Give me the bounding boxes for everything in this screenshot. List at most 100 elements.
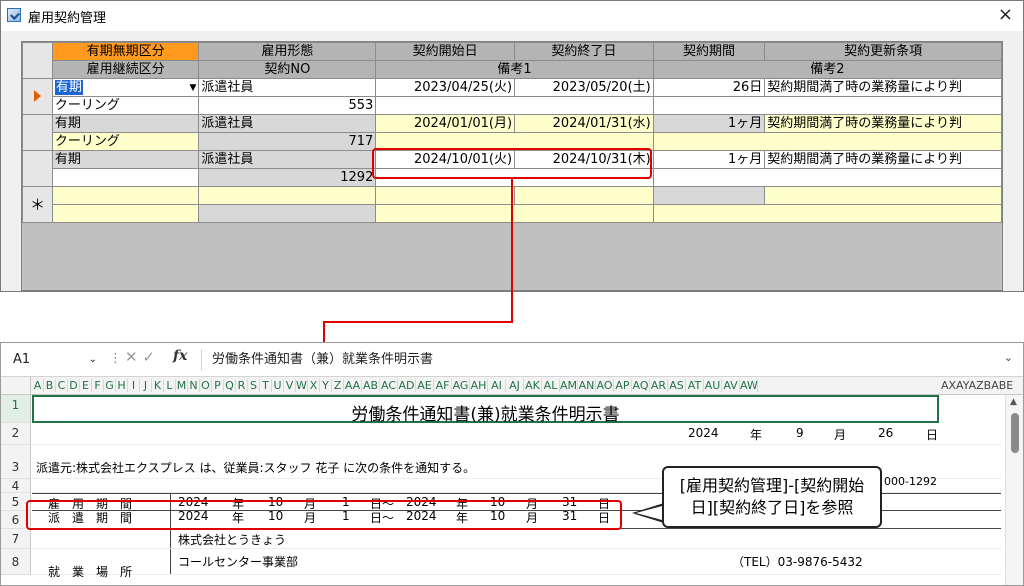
column-letters[interactable]: A B C D E F G H I J K L M N O P Q R S T U V W X Y Z AA AB AC AD AE AF AG… (32, 379, 758, 392)
row-number[interactable]: 3 (1, 445, 31, 479)
keitai-cell[interactable]: 派遣社員 (198, 150, 377, 169)
column-header[interactable]: AD (398, 379, 416, 392)
column-header[interactable]: X (308, 379, 320, 392)
column-header[interactable]: AN (578, 379, 596, 392)
dropdown-arrow-icon[interactable]: ▼ (189, 80, 196, 96)
new-kubun-cell[interactable] (51, 186, 200, 205)
column-header[interactable]: B (44, 379, 56, 392)
column-header[interactable]: H (116, 379, 128, 392)
header-koushin[interactable]: 契約更新条項 (764, 42, 1002, 61)
new-period-cell[interactable] (652, 186, 766, 205)
formula-input[interactable]: 労働条件通知書（兼）就業条件明示書 (201, 349, 433, 371)
column-header[interactable]: AU (704, 379, 722, 392)
column-header[interactable]: K (152, 379, 164, 392)
biko2-cell[interactable] (652, 96, 1002, 115)
close-icon[interactable]: × (998, 4, 1013, 26)
biko1-cell[interactable] (375, 96, 654, 115)
table-row[interactable]: クーリング 553 (23, 96, 1002, 115)
header-biko1[interactable]: 備考1 (375, 60, 654, 79)
contract-no-cell[interactable]: 717 (198, 132, 377, 151)
header-period[interactable]: 契約期間 (652, 42, 766, 61)
column-header[interactable]: AA (344, 379, 362, 392)
column-header[interactable]: AV (722, 379, 740, 392)
row-8-cells[interactable]: 就 業 場 所 コールセンター事業部 （TEL）03-9876-5432 (32, 549, 1001, 579)
column-header[interactable]: AW (740, 379, 758, 392)
biko2-cell[interactable] (652, 168, 1002, 187)
new-biko1-cell[interactable] (375, 204, 654, 223)
column-header[interactable]: AP (614, 379, 632, 392)
row-number[interactable]: 8 (1, 549, 31, 575)
scroll-up-icon[interactable]: ▲ (1010, 397, 1017, 407)
column-header[interactable]: AI (488, 379, 506, 392)
column-header[interactable]: G (104, 379, 116, 392)
column-header[interactable]: E (80, 379, 92, 392)
new-biko2-cell[interactable] (652, 204, 1002, 223)
column-letters-tail[interactable]: AXAYAZBABE (941, 379, 1013, 392)
header-kubun[interactable]: 有期無期区分 (51, 42, 200, 61)
row-number[interactable]: 1 (1, 395, 31, 423)
column-header[interactable]: I (128, 379, 140, 392)
start-date-cell[interactable]: 2023/04/25(火) (375, 78, 516, 97)
keizoku-cell[interactable]: クーリング (51, 96, 200, 115)
header-biko2[interactable]: 備考2 (652, 60, 1002, 79)
biko2-cell[interactable] (652, 132, 1002, 151)
column-header[interactable]: AF (434, 379, 452, 392)
column-header[interactable]: C (56, 379, 68, 392)
start-date-cell[interactable]: 2024/01/01(月) (375, 114, 516, 133)
keizoku-cell[interactable] (51, 168, 200, 187)
column-header[interactable]: Z (332, 379, 344, 392)
row-selector[interactable] (22, 114, 53, 151)
row-selector[interactable] (22, 150, 53, 187)
fx-icon[interactable]: fx (173, 348, 187, 364)
table-row[interactable]: 有期 派遣社員 2024/01/01(月) 2024/01/31(水) 1ヶ月 … (22, 114, 1002, 151)
column-header[interactable]: S (248, 379, 260, 392)
column-header[interactable]: M (176, 379, 188, 392)
new-no-cell[interactable] (198, 204, 377, 223)
current-row-indicator[interactable] (22, 78, 53, 115)
row-7-cells[interactable]: 株式会社とうきょう (32, 529, 1001, 549)
kubun-cell[interactable]: 有期 ▼ (51, 78, 200, 97)
column-header[interactable]: U (272, 379, 284, 392)
expand-formula-icon[interactable]: ⌄ (1004, 351, 1013, 364)
new-row-marker[interactable]: ＊ (22, 186, 53, 223)
column-header[interactable]: AQ (632, 379, 650, 392)
cell-a1[interactable]: 労働条件通知書(兼)就業条件明示書 (32, 395, 939, 425)
header-keitai[interactable]: 雇用形態 (198, 42, 377, 61)
select-all-corner[interactable] (1, 377, 31, 395)
column-header[interactable]: AO (596, 379, 614, 392)
row-number[interactable]: 2 (1, 423, 31, 445)
column-header[interactable]: AT (686, 379, 704, 392)
column-header[interactable]: L (164, 379, 176, 392)
kubun-cell[interactable]: 有期 (51, 150, 200, 169)
keizoku-cell[interactable]: クーリング (51, 132, 200, 151)
column-header[interactable]: Y (320, 379, 332, 392)
new-keitai-cell[interactable] (198, 186, 377, 205)
column-header[interactable]: R (236, 379, 248, 392)
column-header[interactable]: AM (560, 379, 578, 392)
table-row[interactable]: 有期 ▼ 派遣社員 2023/04/25(火) 2023/05/20(土) 26日… (22, 78, 1002, 115)
header-keizoku[interactable]: 雇用継続区分 (51, 60, 200, 79)
column-header[interactable]: W (296, 379, 308, 392)
column-header[interactable]: T (260, 379, 272, 392)
column-header[interactable]: AH (470, 379, 488, 392)
contract-no-cell[interactable]: 1292 (198, 168, 377, 187)
name-box[interactable]: A1 ⌄ (5, 349, 101, 371)
contract-no-cell[interactable]: 553 (198, 96, 377, 115)
column-header[interactable]: P (212, 379, 224, 392)
column-header[interactable]: AJ (506, 379, 524, 392)
column-header[interactable]: D (68, 379, 80, 392)
period-cell[interactable]: 1ヶ月 (652, 150, 766, 169)
column-header[interactable]: AS (668, 379, 686, 392)
header-end-date[interactable]: 契約終了日 (514, 42, 654, 61)
column-header[interactable]: AB (362, 379, 380, 392)
column-header[interactable]: O (200, 379, 212, 392)
column-header[interactable]: F (92, 379, 104, 392)
kubun-cell[interactable]: 有期 (51, 114, 200, 133)
column-header[interactable]: J (140, 379, 152, 392)
column-header[interactable]: AE (416, 379, 434, 392)
new-koushin-cell[interactable] (764, 186, 1002, 205)
header-start-date[interactable]: 契約開始日 (375, 42, 516, 61)
period-cell[interactable]: 1ヶ月 (652, 114, 766, 133)
column-header[interactable]: A (32, 379, 44, 392)
row-2-cells[interactable]: 2024 年 9 月 26 日 (32, 423, 1001, 445)
